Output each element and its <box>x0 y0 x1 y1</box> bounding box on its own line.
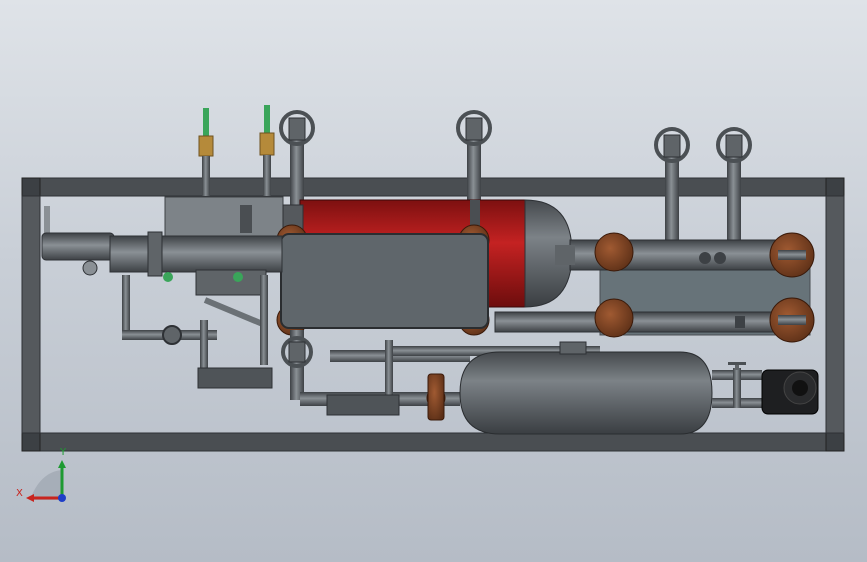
instrument-pipe-2 <box>263 155 271 196</box>
valve-small-left[interactable] <box>162 325 182 345</box>
instrument-fitting-1[interactable] <box>198 135 214 157</box>
cad-viewport[interactable]: X Y <box>0 0 867 562</box>
instrument-stem-2[interactable] <box>264 105 270 133</box>
instrument-stem-1[interactable] <box>203 108 209 136</box>
instrument-pipe-1 <box>202 156 210 196</box>
handwheel-valve-5[interactable] <box>281 330 313 400</box>
frame-corner-tr <box>825 177 845 197</box>
frame-front-post-right <box>825 195 845 434</box>
frame-front-post-left <box>21 195 41 434</box>
z-axis-dot <box>58 494 66 502</box>
frame-corner-br <box>825 432 845 452</box>
heat-exchanger[interactable] <box>280 233 489 329</box>
control-panel-bracket <box>240 205 252 233</box>
flange-lower-left[interactable] <box>594 298 634 338</box>
pump-motor[interactable] <box>712 362 819 415</box>
flange-upper-left[interactable] <box>594 232 634 272</box>
upper-header-pipe[interactable] <box>555 239 801 271</box>
y-axis-label: Y <box>59 447 67 458</box>
lower-header-pipe[interactable] <box>494 311 801 333</box>
triad-plane <box>30 470 62 500</box>
frame-corner-tl <box>21 177 41 197</box>
instrument-fitting-2[interactable] <box>259 132 275 156</box>
axis-triad: X Y <box>16 447 67 502</box>
frame-bottom-rail[interactable] <box>21 432 845 452</box>
x-axis-label: X <box>16 488 23 499</box>
frame-corner-bl <box>21 432 41 452</box>
frame-top-rail[interactable] <box>21 177 845 197</box>
